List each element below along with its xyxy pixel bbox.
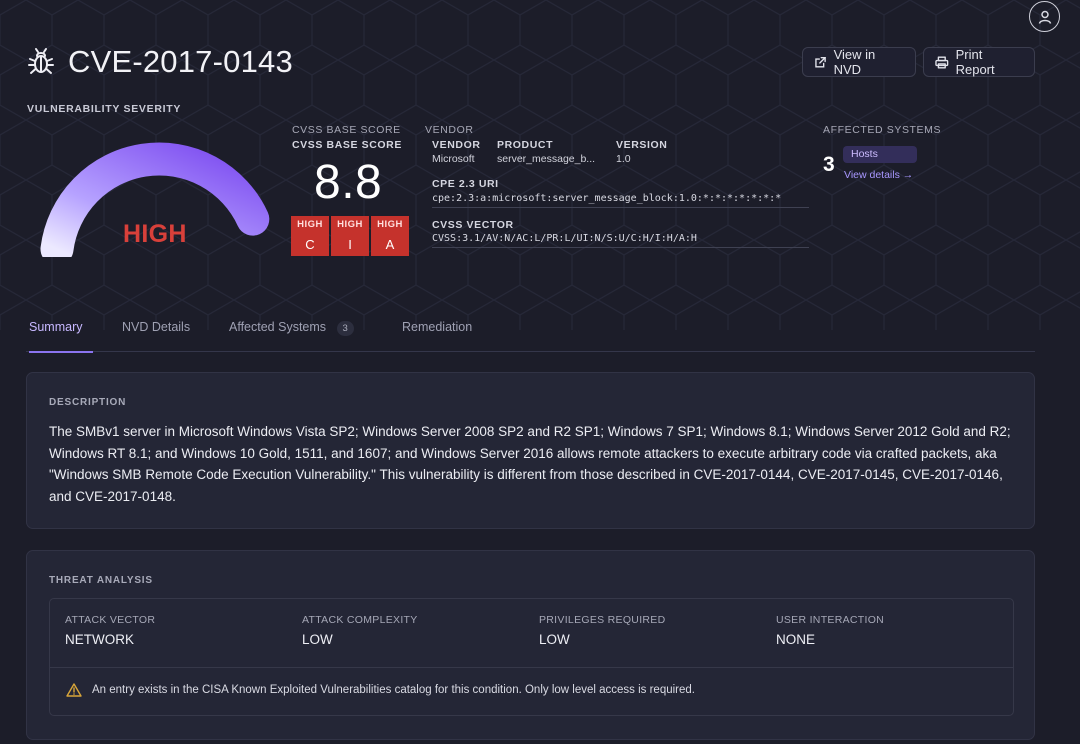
version-value: 1.0	[616, 153, 631, 165]
version-heading: VERSION	[616, 139, 668, 151]
view-in-nvd-label: View in NVD	[833, 47, 876, 77]
description-label: DESCRIPTION	[49, 397, 127, 408]
view-details-link[interactable]: View details →	[844, 169, 913, 181]
threat-divider	[50, 667, 1013, 668]
cisa-warning-text: An entry exists in the CISA Known Exploi…	[92, 684, 695, 696]
cvss-label: CVSS BASE SCORE	[292, 139, 402, 151]
confidentiality-letter: C	[305, 237, 315, 252]
availability-impact: HIGH A	[371, 216, 409, 256]
product-value: server_message_b...	[497, 153, 596, 165]
cvss-score: 8.8	[314, 156, 383, 209]
description-text: The SMBv1 server in Microsoft Windows Vi…	[49, 424, 1011, 504]
bug-icon	[28, 48, 54, 74]
privileges-required-heading: PRIVILEGES REQUIRED	[539, 614, 666, 626]
cvss-vector-heading: CVSS VECTOR	[432, 219, 514, 231]
integrity-level: HIGH	[337, 219, 363, 230]
attack-vector: ATTACK VECTOR NETWORK	[65, 614, 155, 647]
availability-level: HIGH	[377, 219, 403, 230]
page-header: CVE-2017-0143	[26, 44, 293, 80]
availability-letter: A	[385, 237, 395, 252]
vendor-heading: VENDOR	[432, 139, 481, 151]
user-avatar-button[interactable]	[1029, 1, 1060, 32]
cpe-value: cpe:2.3:a:microsoft:server_message_block…	[432, 193, 809, 208]
tab-nvd-details[interactable]: NVD Details	[122, 320, 190, 352]
integrity-letter: I	[348, 237, 352, 252]
attack-complexity-heading: ATTACK COMPLEXITY	[302, 614, 418, 626]
user-icon	[1038, 10, 1051, 24]
page-title: CVE-2017-0143	[68, 44, 293, 79]
cvss-label-small: CVSS BASE SCORE	[292, 124, 401, 136]
view-in-nvd-button[interactable]: View in NVD	[802, 47, 916, 77]
tab-summary-label: Summary	[29, 320, 83, 334]
attack-vector-heading: ATTACK VECTOR	[65, 614, 156, 626]
tab-summary[interactable]: Summary	[29, 320, 93, 353]
printer-icon	[935, 55, 949, 69]
vendor-section-label: VENDOR	[425, 124, 474, 136]
product-heading: PRODUCT	[497, 139, 554, 151]
tab-nvd-details-label: NVD Details	[122, 320, 191, 334]
confidentiality-level: HIGH	[297, 219, 323, 230]
integrity-impact: HIGH I	[331, 216, 369, 256]
attack-vector-value: NETWORK	[65, 632, 134, 647]
tab-affected-systems-label: Affected Systems	[229, 320, 327, 334]
privileges-required: PRIVILEGES REQUIRED LOW	[539, 614, 665, 647]
cisa-warning: An entry exists in the CISA Known Exploi…	[66, 683, 695, 697]
privileges-required-value: LOW	[539, 632, 570, 647]
hosts-badge: Hosts	[843, 146, 917, 163]
threat-analysis-grid: ATTACK VECTOR NETWORK ATTACK COMPLEXITY …	[49, 598, 1014, 716]
print-report-label: Print Report	[955, 47, 995, 77]
external-link-icon	[815, 56, 826, 68]
cpe-heading: CPE 2.3 URI	[432, 178, 499, 190]
cia-impact-boxes: HIGH C HIGH I HIGH A	[291, 216, 409, 256]
user-interaction: USER INTERACTION NONE	[776, 614, 884, 647]
tab-affected-systems-badge: 3	[336, 321, 354, 336]
warning-icon	[66, 683, 82, 697]
confidentiality-impact: HIGH C	[291, 216, 329, 256]
tab-remediation[interactable]: Remediation	[402, 320, 472, 352]
tab-remediation-label: Remediation	[402, 320, 473, 334]
description-card: DESCRIPTION The SMBv1 server in Microsof…	[26, 372, 1035, 529]
affected-systems-count: 3	[823, 153, 835, 176]
threat-analysis-label: THREAT ANALYSIS	[49, 575, 153, 586]
attack-complexity: ATTACK COMPLEXITY LOW	[302, 614, 418, 647]
user-interaction-value: NONE	[776, 632, 816, 647]
tab-affected-systems[interactable]: Affected Systems 3	[229, 320, 354, 352]
severity-level: HIGH	[123, 220, 187, 248]
tab-bar: Summary NVD Details Affected Systems 3 R…	[26, 310, 1035, 353]
active-tab-indicator	[29, 351, 93, 353]
vendor-value: Microsoft	[432, 153, 475, 165]
affected-systems-label: AFFECTED SYSTEMS	[823, 124, 942, 136]
threat-analysis-card: THREAT ANALYSIS ATTACK VECTOR NETWORK AT…	[26, 550, 1035, 740]
cvss-vector-value: CVSS:3.1/AV:N/AC:L/PR:L/UI:N/S:U/C:H/I:H…	[432, 233, 809, 248]
attack-complexity-value: LOW	[302, 632, 333, 647]
user-interaction-heading: USER INTERACTION	[776, 614, 885, 626]
print-report-button[interactable]: Print Report	[923, 47, 1035, 77]
severity-section-label: VULNERABILITY SEVERITY	[27, 103, 182, 115]
